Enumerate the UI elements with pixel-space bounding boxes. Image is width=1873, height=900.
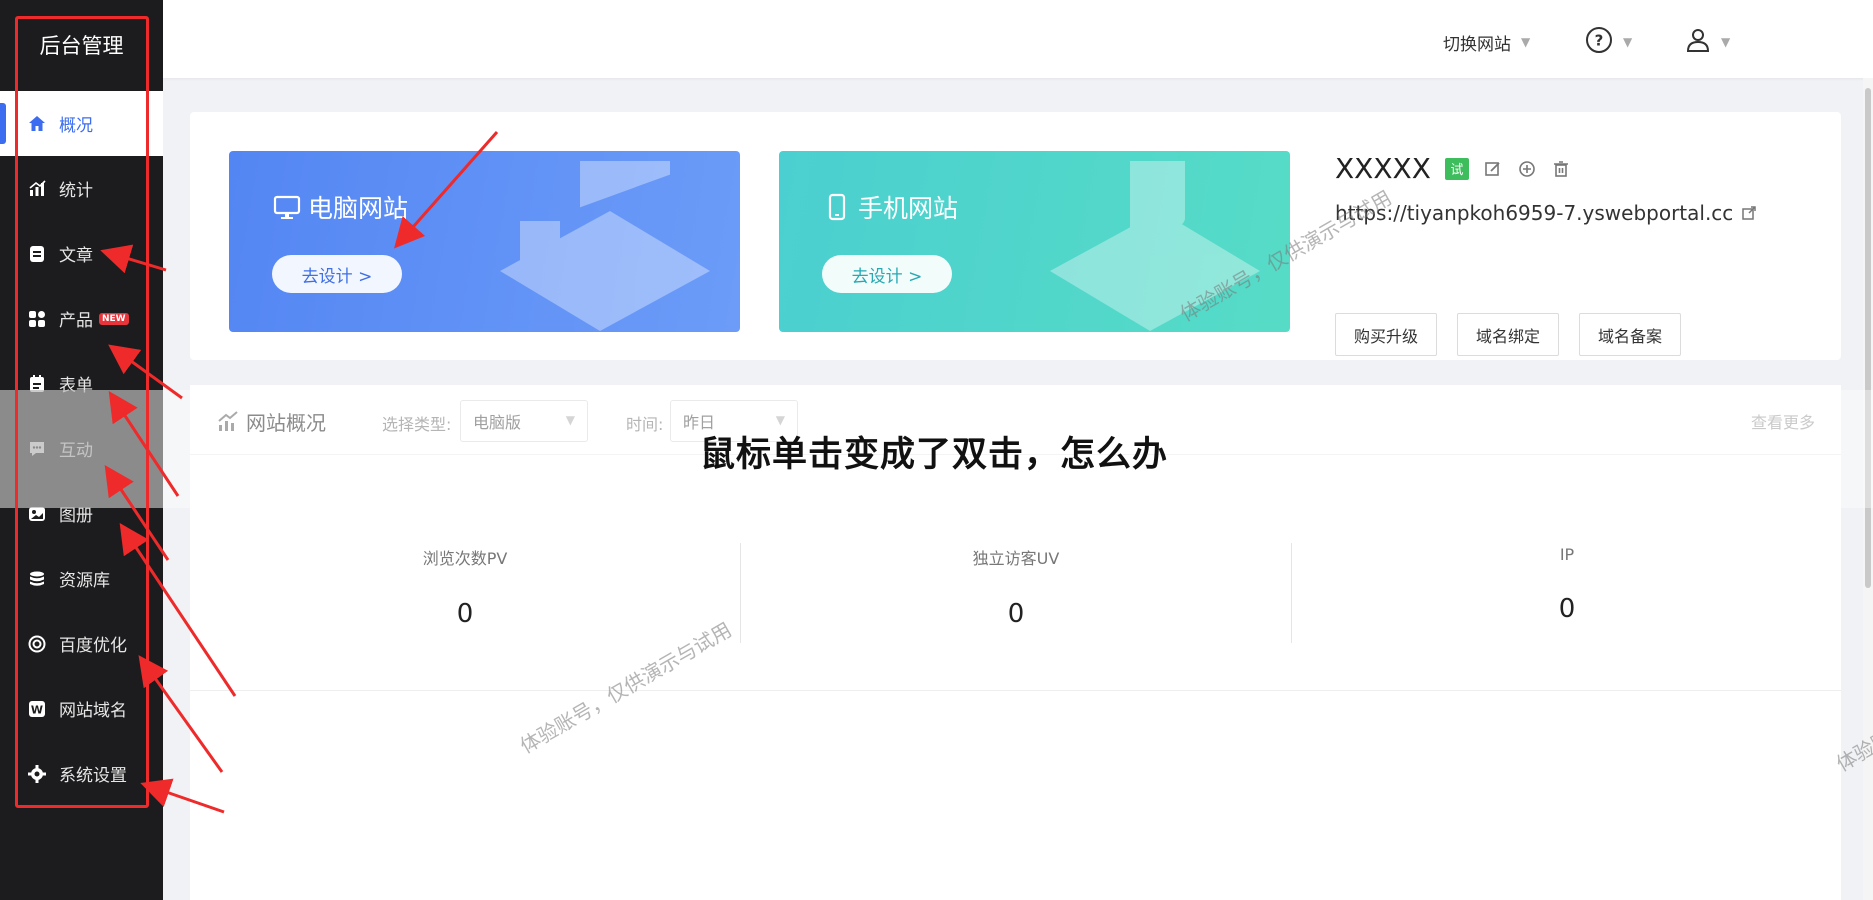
mobile-tile-label: 手机网站 (858, 194, 959, 223)
stat-label: 浏览次数PV (422, 549, 508, 568)
caption-text: 鼠标单击变成了双击，怎么办 (700, 435, 1169, 475)
sidebar-item-label: 统计 (59, 181, 93, 201)
type-select-value: 电脑版 (473, 413, 522, 432)
sidebar-item-overview[interactable]: 概况 (0, 91, 163, 156)
overview-title: 网站概况 (216, 407, 326, 436)
album-icon (26, 503, 48, 525)
edit-icon[interactable] (1483, 159, 1503, 179)
illustration-icon (500, 161, 710, 331)
top-header: 切换网站 ▼ ? ▼ ▼ (163, 0, 1873, 78)
sidebar-item-products[interactable]: 产品 NEW (0, 286, 163, 351)
external-link-icon[interactable] (1741, 205, 1757, 221)
stat-pv: 浏览次数PV 0 (190, 545, 740, 629)
chevron-down-icon: ▼ (775, 413, 785, 427)
pc-design-button[interactable]: 去设计 > (272, 255, 402, 293)
stat-uv: 独立访客UV 0 (741, 545, 1291, 629)
mobile-design-button[interactable]: 去设计 > (822, 255, 952, 293)
chart-icon (26, 178, 48, 200)
type-select[interactable]: 电脑版 ▼ (460, 400, 588, 442)
sidebar-item-seo[interactable]: 百度优化 (0, 611, 163, 676)
domain-filing-button[interactable]: 域名备案 (1579, 313, 1682, 356)
mobile-site-tile[interactable]: 手机网站 去设计 > (779, 151, 1290, 332)
switch-site-dropdown[interactable]: 切换网站 ▼ (1443, 22, 1530, 62)
site-info: XXXXX 试 https://tiyanpkoh6959-7.yswebpor… (1335, 152, 1835, 356)
site-name-row: XXXXX 试 (1335, 152, 1835, 185)
sidebar-item-articles[interactable]: 文章 (0, 221, 163, 286)
site-url-row: https://tiyanpkoh6959-7.yswebportal.cc (1335, 201, 1835, 225)
site-action-buttons: 购买升级 域名绑定 域名备案 (1335, 313, 1701, 356)
switch-site-label: 切换网站 (1443, 34, 1511, 55)
view-more-link[interactable]: 查看更多 (1751, 409, 1815, 433)
overview-title-label: 网站概况 (246, 411, 326, 435)
new-badge: NEW (99, 312, 129, 325)
svg-text:W: W (31, 703, 43, 716)
page-scrollbar[interactable] (1863, 78, 1873, 900)
sidebar-item-label: 系统设置 (59, 766, 127, 786)
sidebar-item-label: 图册 (59, 506, 93, 526)
pc-site-tile[interactable]: 电脑网站 去设计 > (229, 151, 740, 332)
sidebar-item-settings[interactable]: 系统设置 (0, 741, 163, 806)
stat-value: 0 (456, 599, 474, 629)
help-icon: ? (1585, 26, 1613, 59)
sidebar: 后台管理 概况 统计 文章 产品 NEW 表单 互动 图册 资源库 百度优化 W… (0, 0, 163, 900)
sidebar-item-label: 文章 (59, 246, 93, 266)
user-dropdown[interactable]: ▼ (1685, 22, 1730, 62)
sidebar-item-forms[interactable]: 表单 (0, 351, 163, 416)
trial-badge: 试 (1444, 157, 1469, 180)
sidebar-item-label: 表单 (59, 376, 93, 396)
trash-icon[interactable] (1551, 159, 1571, 179)
stat-value: 0 (1558, 594, 1576, 624)
sidebar-item-album[interactable]: 图册 (0, 481, 163, 546)
sidebar-item-label: 概况 (59, 116, 93, 136)
sidebar-item-label: 资源库 (59, 571, 110, 591)
stat-value: 0 (1007, 599, 1025, 629)
illustration-icon (1050, 161, 1260, 331)
form-icon (26, 373, 48, 395)
sidebar-item-resources[interactable]: 资源库 (0, 546, 163, 611)
mobile-tile-title: 手机网站 (822, 189, 958, 225)
chat-icon (26, 438, 48, 460)
chevron-down-icon: ▼ (565, 413, 575, 427)
home-icon (26, 113, 48, 135)
time-label: 时间: (626, 415, 664, 434)
divider (190, 690, 1841, 691)
sidebar-item-statistics[interactable]: 统计 (0, 156, 163, 221)
stat-label: 独立访客UV (972, 549, 1060, 568)
pc-tile-label: 电脑网站 (308, 194, 409, 223)
monitor-icon (273, 195, 301, 219)
target-icon (26, 633, 48, 655)
sidebar-item-domain[interactable]: W 网站域名 (0, 676, 163, 741)
trend-chart-icon (218, 410, 238, 431)
gear-icon (26, 763, 48, 785)
sidebar-item-label: 产品 (59, 311, 93, 331)
domain-icon: W (26, 698, 48, 720)
site-url[interactable]: https://tiyanpkoh6959-7.yswebportal.cc (1335, 201, 1733, 225)
svg-text:?: ? (1595, 31, 1604, 49)
sidebar-item-label: 互动 (59, 441, 93, 461)
sidebar-item-label: 百度优化 (59, 636, 127, 656)
database-icon (26, 568, 48, 590)
type-label: 选择类型: (382, 415, 452, 434)
phone-icon (828, 193, 846, 221)
sidebar-item-label: 网站域名 (59, 701, 127, 721)
product-icon (26, 308, 48, 330)
upgrade-button[interactable]: 购买升级 (1335, 313, 1438, 356)
pc-tile-title: 电脑网站 (272, 189, 408, 225)
stat-ip: IP 0 (1292, 545, 1842, 624)
bind-domain-button[interactable]: 域名绑定 (1457, 313, 1560, 356)
site-name: XXXXX (1335, 152, 1431, 185)
brand-title: 后台管理 (39, 34, 124, 58)
sidebar-item-interaction[interactable]: 互动 (0, 416, 163, 481)
stat-label: IP (1559, 545, 1575, 564)
chevron-down-icon: ▼ (1721, 35, 1731, 49)
user-icon (1685, 27, 1711, 58)
chevron-down-icon: ▼ (1623, 35, 1633, 49)
chevron-down-icon: ▼ (1521, 35, 1531, 49)
help-dropdown[interactable]: ? ▼ (1585, 22, 1632, 62)
scrollbar-thumb[interactable] (1865, 88, 1871, 588)
article-icon (26, 243, 48, 265)
site-card: 电脑网站 去设计 > 手机网站 去设计 > XXXXX 试 https://ti… (190, 112, 1841, 360)
add-circle-icon[interactable] (1517, 159, 1537, 179)
